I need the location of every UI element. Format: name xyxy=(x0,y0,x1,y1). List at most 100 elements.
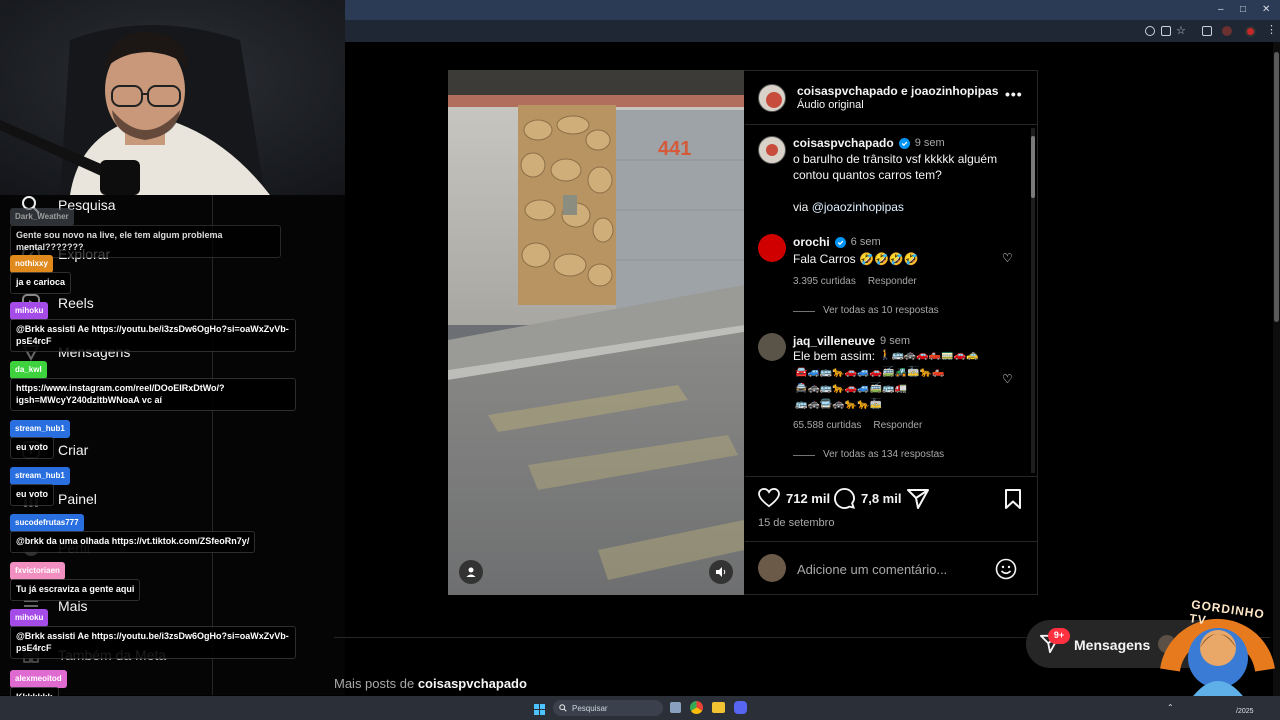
chat-username: alexmeoitod xyxy=(10,670,67,688)
comment-action[interactable]: 7,8 mil xyxy=(834,488,901,509)
star-icon[interactable]: ☆ xyxy=(1176,24,1186,37)
caption-text-line2: contou quantos carros tem? xyxy=(793,168,942,182)
webcam-overlay xyxy=(0,0,345,195)
mute-button[interactable] xyxy=(709,560,733,584)
composer-divider xyxy=(745,541,1037,542)
comment-header: orochi 6 sem xyxy=(793,235,881,249)
comment-icon xyxy=(834,488,855,509)
profile-icon[interactable] xyxy=(1222,26,1232,36)
close-icon[interactable]: ✕ xyxy=(1262,4,1270,15)
collab-avatar[interactable] xyxy=(766,92,782,108)
tagged-user-button[interactable] xyxy=(459,560,483,584)
zoom-icon[interactable] xyxy=(1145,26,1155,36)
scrollbar-thumb[interactable] xyxy=(1274,52,1279,322)
comment-username[interactable]: orochi xyxy=(793,235,830,249)
chat-message: @Brkk assisti Ae https://youtu.be/i3zsDw… xyxy=(10,626,296,660)
replies-line xyxy=(793,311,815,312)
chat-message: https://www.instagram.com/reel/DOoEIRxDt… xyxy=(10,378,296,412)
discord-icon[interactable] xyxy=(734,701,747,714)
post-video[interactable]: 441 xyxy=(448,70,744,595)
file-explorer-icon[interactable] xyxy=(712,702,725,713)
chat-username: stream_hub1 xyxy=(10,420,70,438)
search-icon xyxy=(559,704,567,712)
chat-message: ja e carioca xyxy=(10,272,72,294)
chat-username: mihoku xyxy=(10,609,49,627)
comment-likes[interactable]: 65.588 curtidas xyxy=(793,420,861,431)
comment-likes[interactable]: 3.395 curtidas xyxy=(793,276,856,287)
chrome-icon[interactable] xyxy=(690,701,703,714)
comment-emojis-3: 🚔🚓🚌🐆🚗🚙🚎🚌🚛 xyxy=(795,383,908,394)
chat-username: fxvictoriaen xyxy=(10,562,65,580)
user-icon xyxy=(466,567,476,577)
caption-text-line1: o barulho de trânsito vsf kkkkk alguém xyxy=(793,152,998,166)
minimize-icon[interactable]: – xyxy=(1218,4,1224,15)
verified-badge-icon xyxy=(898,137,910,149)
comment-header: jaq_villeneuve 9 sem xyxy=(793,334,910,348)
comment-avatar[interactable] xyxy=(758,234,786,262)
emoji-button[interactable] xyxy=(995,558,1017,585)
comment-like-icon[interactable]: ♡ xyxy=(1002,372,1013,386)
chat-username: Dark_Weather xyxy=(10,208,74,226)
comments-scrollbar-thumb[interactable] xyxy=(1031,136,1035,198)
view-replies-button[interactable]: Ver todas as 10 respostas xyxy=(823,305,939,316)
reply-button[interactable]: Responder xyxy=(873,420,922,431)
comment-count[interactable]: 7,8 mil xyxy=(861,491,901,506)
audio-label[interactable]: Áudio original xyxy=(797,99,864,111)
reply-button[interactable]: Responder xyxy=(868,276,917,287)
cast-icon[interactable] xyxy=(1161,26,1171,36)
chat-message: Gente sou novo na live, ele tem algum pr… xyxy=(10,225,281,259)
share-icon xyxy=(907,489,929,509)
actions-divider xyxy=(745,476,1037,477)
caption-username[interactable]: coisaspvchapado xyxy=(793,136,894,150)
avatar[interactable] xyxy=(1245,26,1256,37)
mention-link[interactable]: @joaozinhopipas xyxy=(812,200,904,214)
post-date[interactable]: 15 de setembro xyxy=(758,517,834,529)
sidebar-item-label: Painel xyxy=(58,491,97,507)
more-options-icon[interactable]: ••• xyxy=(1005,86,1023,102)
like-action[interactable]: 712 mil xyxy=(758,488,830,508)
comment-avatar[interactable] xyxy=(758,333,786,361)
more-posts-user[interactable]: coisaspvchapado xyxy=(418,676,527,691)
bookmark-icon xyxy=(1005,489,1021,509)
comment-text-lead: Ele bem assim: xyxy=(793,349,876,363)
chat-message: @brkk da uma olhada https://vt.tiktok.co… xyxy=(10,531,256,553)
maximize-icon[interactable]: □ xyxy=(1240,4,1246,15)
comment-time[interactable]: 6 sem xyxy=(851,236,881,248)
comment-emojis-4: 🚌🚓🚍🚓🐆🐆🚋 xyxy=(795,399,883,410)
messages-label[interactable]: Mensagens xyxy=(1074,637,1150,653)
task-view-icon[interactable] xyxy=(670,702,681,713)
caption-via: via @joaozinhopipas xyxy=(793,199,904,215)
verified-badge-icon xyxy=(834,236,846,248)
channel-logo: GORDINHO TV xyxy=(1160,597,1275,700)
chat-username: stream_hub1 xyxy=(10,467,70,485)
comment-like-icon[interactable]: ♡ xyxy=(1002,251,1013,265)
comment-input[interactable]: Adicione um comentário... xyxy=(797,562,947,577)
current-user-avatar[interactable] xyxy=(758,554,786,582)
messages-badge: 9+ xyxy=(1048,628,1070,644)
view-replies-button[interactable]: Ver todas as 134 respostas xyxy=(823,449,944,460)
more-posts-prefix: Mais posts de xyxy=(334,676,415,691)
taskbar-date[interactable]: /2025 xyxy=(1236,708,1254,715)
share-button[interactable] xyxy=(907,489,929,514)
taskbar-search[interactable]: Pesquisar xyxy=(553,700,663,716)
taskbar-search-label: Pesquisar xyxy=(572,703,608,713)
comment-meta: 3.395 curtidas Responder xyxy=(793,276,917,287)
caption-avatar[interactable] xyxy=(758,136,786,164)
extensions-icon[interactable] xyxy=(1202,26,1212,36)
like-count[interactable]: 712 mil xyxy=(786,491,830,506)
chat-username: sucodefrutas777 xyxy=(10,514,84,532)
save-button[interactable] xyxy=(1004,489,1022,514)
sidebar-item-label: Reels xyxy=(58,295,94,311)
post-header-username[interactable]: coisaspvchapado e joaozinhopipas xyxy=(797,84,998,98)
comment-text: Fala Carros 🤣🤣🤣🤣 xyxy=(793,252,919,266)
caption-time[interactable]: 9 sem xyxy=(915,137,945,149)
comment-time[interactable]: 9 sem xyxy=(880,335,910,347)
comment-username[interactable]: jaq_villeneuve xyxy=(793,334,875,348)
tray-chevron-icon[interactable]: ⌃ xyxy=(1167,703,1174,712)
replies-line xyxy=(793,455,815,456)
chat-username: mihoku xyxy=(10,302,49,320)
emoji-icon xyxy=(995,558,1017,580)
browser-menu-icon[interactable]: ⋮ xyxy=(1266,23,1277,36)
heart-icon xyxy=(758,488,780,508)
windows-start-icon[interactable] xyxy=(534,702,545,715)
